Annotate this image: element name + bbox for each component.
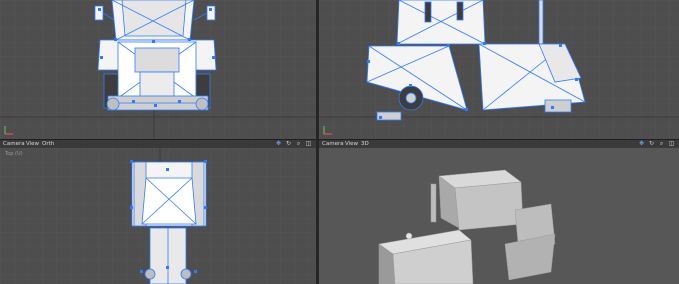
camera-menu[interactable]: Camera bbox=[3, 140, 25, 148]
rotate-icon[interactable]: ↻ bbox=[285, 140, 292, 147]
tractor-front-mesh bbox=[94, 0, 217, 111]
rotate-icon[interactable]: ↻ bbox=[648, 140, 655, 147]
zoom-icon[interactable]: ⌕ bbox=[295, 140, 302, 147]
top-viewport[interactable]: Top (U) bbox=[0, 148, 316, 284]
axis-gizmo bbox=[4, 126, 13, 135]
camera-menu[interactable]: Camera bbox=[322, 140, 344, 148]
perspective-viewport[interactable] bbox=[319, 148, 679, 284]
projection-mode[interactable]: 3D bbox=[361, 140, 369, 148]
view-menu[interactable]: View bbox=[345, 140, 358, 148]
viewport-divider[interactable] bbox=[316, 0, 319, 284]
projection-mode[interactable]: Orth bbox=[42, 140, 54, 148]
editor-viewports: Camera View Orth ✥ ↻ ⌕ ◫ Camera View 3D … bbox=[0, 0, 679, 284]
view-menu[interactable]: View bbox=[26, 140, 39, 148]
zoom-icon[interactable]: ⌕ bbox=[658, 140, 665, 147]
maximize-icon[interactable]: ◫ bbox=[305, 140, 312, 147]
move-icon[interactable]: ✥ bbox=[275, 140, 282, 147]
move-icon[interactable]: ✥ bbox=[638, 140, 645, 147]
maximize-icon[interactable]: ◫ bbox=[668, 140, 675, 147]
tractor-side-mesh bbox=[366, 0, 586, 121]
tractor-top-mesh bbox=[130, 160, 207, 284]
tractor-3d-mesh bbox=[378, 169, 556, 284]
axis-gizmo bbox=[323, 126, 332, 135]
front-viewport[interactable] bbox=[0, 0, 316, 139]
side-viewport[interactable] bbox=[319, 0, 679, 139]
